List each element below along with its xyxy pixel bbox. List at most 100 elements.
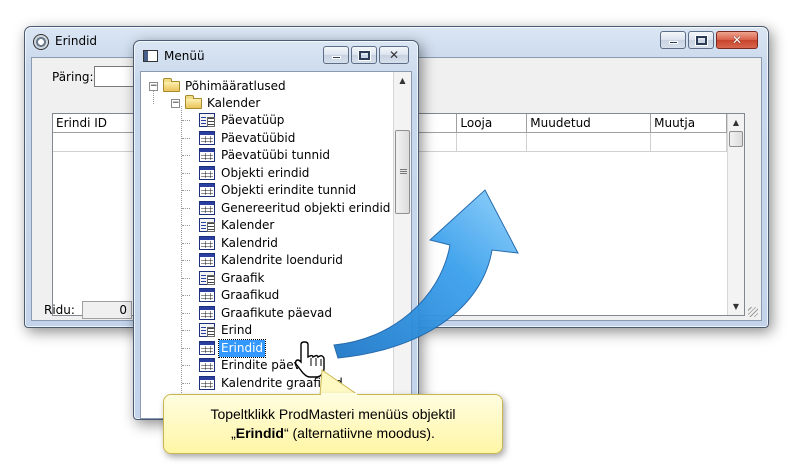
maximize-icon [695, 35, 708, 46]
form-icon [199, 113, 215, 127]
menu-window-icon [143, 50, 158, 62]
tree-line [182, 137, 190, 139]
tree-line [182, 207, 190, 209]
table-icon [199, 183, 215, 197]
table-icon [199, 340, 215, 355]
minimize-icon [669, 41, 678, 44]
tree-item-label: Kalender [221, 218, 275, 232]
collapse-icon[interactable]: − [171, 99, 180, 108]
table-icon [199, 200, 215, 215]
table-icon [199, 165, 215, 180]
resize-grip-icon[interactable] [748, 307, 758, 317]
tree-line [182, 382, 190, 384]
column-header-modified[interactable]: Muudetud [527, 114, 652, 133]
erindid-window-icon [33, 34, 49, 50]
scroll-thumb[interactable] [395, 130, 410, 214]
tree-line [153, 90, 154, 104]
tree-line [182, 120, 190, 121]
scroll-up-arrow-icon[interactable]: ▲ [728, 114, 744, 131]
maximize-button[interactable] [688, 31, 714, 49]
maximize-icon [358, 50, 371, 61]
tree-item-label: Graafikute päevad [221, 305, 333, 320]
row-count-value: 0 [82, 301, 132, 319]
tree-line [182, 172, 190, 174]
tree-line [182, 312, 190, 314]
form-icon [199, 323, 215, 337]
tree-line [182, 347, 190, 349]
query-input[interactable] [94, 66, 134, 87]
close-button[interactable]: ✕ [379, 46, 409, 64]
tree-line [182, 190, 190, 191]
menu-scrollbar[interactable]: ▲ [393, 72, 411, 418]
query-label: Päring: [52, 70, 94, 84]
tree-item-label: Päevatüübid [221, 130, 296, 145]
window-title: Erindid [55, 34, 98, 48]
table-icon [199, 288, 215, 302]
scroll-thumb[interactable] [729, 131, 743, 147]
row-count-label: Ridu: [44, 303, 75, 317]
tree-line [182, 330, 190, 331]
tree-item-label: Erind [221, 323, 253, 337]
tree-item-label: Graafik [221, 270, 265, 285]
callout-tail-join [321, 393, 357, 396]
window-title: Menüü [164, 49, 205, 63]
tree-item-label: Erindid [217, 338, 267, 358]
minimize-icon [332, 56, 341, 59]
window-controls: ✕ [323, 46, 409, 64]
table-icon [199, 235, 215, 250]
table-cell[interactable] [527, 133, 652, 152]
callout-bold-object-name: Erindid [235, 425, 284, 441]
instruction-callout: Topeltklikk ProdMasteri menüüs objektil … [163, 394, 503, 454]
tree-line [182, 365, 190, 366]
scroll-up-arrow-icon[interactable]: ▲ [394, 72, 411, 89]
minimize-button[interactable] [323, 46, 349, 64]
callout-line-2-rest: “ (alternatiivne moodus). [283, 425, 435, 441]
close-icon: ✕ [731, 33, 743, 47]
close-icon: ✕ [388, 48, 400, 62]
tree-line [182, 155, 190, 156]
tree-item-label: Objekti erindid [221, 165, 310, 180]
tree-item-label: Kalendrite loendurid [221, 253, 343, 267]
tree-line [182, 295, 190, 296]
table-icon [199, 130, 215, 145]
tree-line [182, 225, 190, 226]
menu-tree[interactable]: − Põhimääratlused − Kalender Päevatüüp Pä… [141, 72, 393, 418]
menu-tree-area: − Põhimääratlused − Kalender Päevatüüp Pä… [140, 71, 412, 419]
callout-line-2: „Erindid“ (alternatiivne moodus). [164, 424, 502, 443]
folder-open-icon [185, 95, 202, 109]
scroll-grip-icon [400, 169, 407, 175]
table-cell[interactable] [651, 133, 727, 152]
tree-node-label: Kalender [207, 96, 261, 110]
tree-item-label: Päevatüübi tunnid [221, 148, 331, 162]
tree-line [182, 260, 190, 261]
table-icon [199, 305, 215, 320]
column-header-modifier[interactable]: Muutja [651, 114, 727, 133]
close-button[interactable]: ✕ [716, 31, 758, 49]
tree-item-label: Päevatüüp [221, 113, 285, 127]
tree-line [181, 106, 182, 418]
table-icon [199, 375, 215, 390]
window-controls: ✕ [660, 31, 758, 49]
tree-item-label: Graafikud [221, 288, 280, 302]
tree-node-label: Põhimääratlused [185, 79, 286, 93]
collapse-icon[interactable]: − [149, 82, 158, 91]
callout-line-1: Topeltklikk ProdMasteri menüüs objektil [210, 406, 456, 422]
form-icon [199, 270, 215, 285]
column-header-creator[interactable]: Looja [457, 114, 528, 133]
table-cell[interactable] [457, 133, 528, 152]
tree-line [182, 277, 190, 279]
tree-item-label: Kalendrid [221, 235, 278, 250]
menu-window: Menüü ✕ − Põhimääratlused − Kalender Päe… [133, 40, 419, 420]
folder-open-icon [163, 78, 180, 92]
form-icon [199, 218, 215, 232]
table-icon [199, 253, 215, 267]
minimize-button[interactable] [660, 31, 686, 49]
table-icon [199, 358, 215, 372]
tree-item-label: Genereeritud objekti erindid [221, 200, 391, 215]
table-icon [199, 148, 215, 162]
tree-item-label: Objekti erindite tunnid [221, 183, 357, 197]
maximize-button[interactable] [351, 46, 377, 64]
scroll-down-arrow-icon[interactable]: ▼ [728, 298, 744, 315]
tree-line [182, 242, 190, 244]
grid-scrollbar[interactable]: ▲ ▼ [727, 114, 744, 315]
